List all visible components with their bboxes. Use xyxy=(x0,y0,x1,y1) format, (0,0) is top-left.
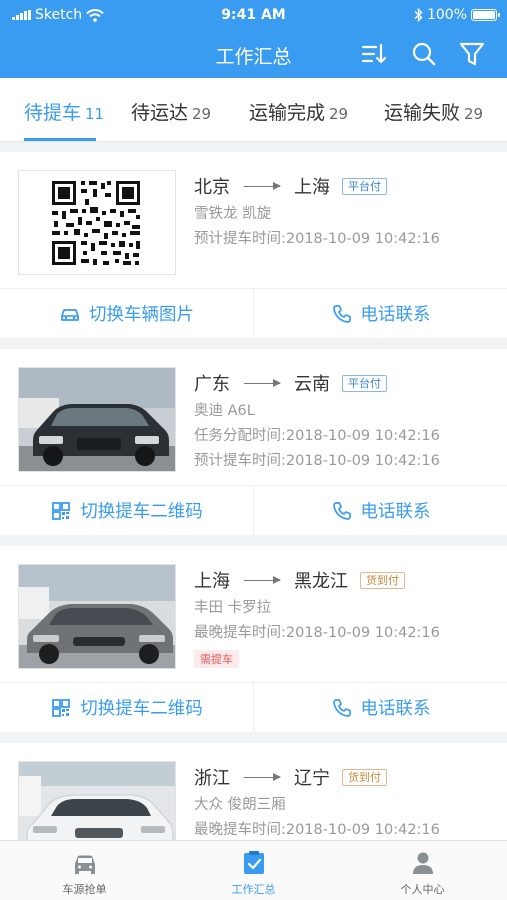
origin-city: 浙江 xyxy=(194,768,230,789)
order-info: 浙江 辽宁 货到付 大众 俊朗三厢 最晚提车时间:2018-10-09 10:4… xyxy=(194,765,497,839)
route-arrow-icon xyxy=(244,575,281,584)
vehicle-photo xyxy=(18,761,176,840)
route-arrow-icon xyxy=(244,378,281,387)
card-actions: 切换提车二维码 电话联系 xyxy=(0,682,507,732)
filter-icon[interactable] xyxy=(458,40,486,68)
bluetooth-icon xyxy=(414,8,423,22)
sort-icon[interactable] xyxy=(360,40,388,68)
vehicle-model: 丰田 卡罗拉 xyxy=(194,600,272,616)
switch-pickup-qr-button[interactable]: 切换提车二维码 xyxy=(0,683,253,732)
origin-city: 上海 xyxy=(194,571,230,592)
assignment-time: 任务分配时间:2018-10-09 10:42:16 xyxy=(194,428,440,444)
switch-vehicle-image-button[interactable]: 切换车辆图片 xyxy=(0,289,253,338)
card-actions: 切换提车二维码 电话联系 xyxy=(0,485,507,535)
battery-label: 100% xyxy=(426,7,467,23)
call-button[interactable]: 电话联系 xyxy=(253,289,507,338)
route-arrow-icon xyxy=(244,181,281,190)
vehicle-model: 雪铁龙 凯旋 xyxy=(194,206,272,222)
pickup-time: 预计提车时间:2018-10-09 10:42:16 xyxy=(194,453,440,469)
status-badge: 需提车 xyxy=(194,650,239,668)
status-tabs: 待提车 11 待运达 29 运输完成 29 运输失败 29 xyxy=(0,78,507,142)
pickup-qr-code xyxy=(18,170,176,275)
tab-pending-arrival[interactable]: 待运达 29 xyxy=(131,98,211,125)
tab-pending-pickup[interactable]: 待提车 11 xyxy=(24,98,104,125)
call-button[interactable]: 电话联系 xyxy=(253,683,507,732)
origin-city: 北京 xyxy=(194,177,230,198)
car-front-icon xyxy=(74,855,95,874)
payment-badge: 货到付 xyxy=(342,768,387,786)
route: 上海 黑龙江 货到付 xyxy=(194,568,497,592)
order-info: 北京 上海 平台付 雪铁龙 凯旋 预计提车时间:2018-10-09 10:42… xyxy=(194,174,497,248)
order-card[interactable]: 广东 云南 平台付 奥迪 A6L 任务分配时间:2018-10-09 10:42… xyxy=(0,349,507,535)
route-arrow-icon xyxy=(244,772,281,781)
active-tab-indicator xyxy=(24,138,96,141)
order-info: 上海 黑龙江 货到付 丰田 卡罗拉 最晚提车时间:2018-10-09 10:4… xyxy=(194,568,497,668)
bottom-nav: 车源抢单 工作汇总 个人中心 xyxy=(0,840,507,900)
switch-pickup-qr-button[interactable]: 切换提车二维码 xyxy=(0,486,253,535)
qr-icon xyxy=(52,501,71,520)
battery-icon xyxy=(471,9,500,21)
vehicle-photo xyxy=(18,367,176,472)
call-button[interactable]: 电话联系 xyxy=(253,486,507,535)
latest-pickup-time: 最晚提车时间:2018-10-09 10:42:16 xyxy=(194,625,440,641)
destination-city: 云南 xyxy=(294,374,330,395)
destination-city: 黑龙江 xyxy=(294,571,348,592)
phone-icon xyxy=(332,501,351,520)
pickup-time: 预计提车时间:2018-10-09 10:42:16 xyxy=(194,231,440,247)
origin-city: 广东 xyxy=(194,374,230,395)
card-actions: 切换车辆图片 电话联系 xyxy=(0,288,507,338)
app-header: Sketch 9:41 AM 100% 工作汇总 xyxy=(0,0,507,78)
nav-profile[interactable]: 个人中心 xyxy=(338,841,507,900)
phone-icon xyxy=(332,698,351,717)
search-icon[interactable] xyxy=(410,40,438,68)
order-card[interactable]: 上海 黑龙江 货到付 丰田 卡罗拉 最晚提车时间:2018-10-09 10:4… xyxy=(0,546,507,732)
payment-badge: 平台付 xyxy=(342,374,387,392)
destination-city: 上海 xyxy=(294,177,330,198)
vehicle-photo xyxy=(18,564,176,669)
payment-badge: 货到付 xyxy=(360,571,405,589)
payment-badge: 平台付 xyxy=(342,177,387,195)
order-card[interactable]: 北京 上海 平台付 雪铁龙 凯旋 预计提车时间:2018-10-09 10:42… xyxy=(0,152,507,338)
order-info: 广东 云南 平台付 奥迪 A6L 任务分配时间:2018-10-09 10:42… xyxy=(194,371,497,470)
checklist-icon xyxy=(243,851,264,874)
vehicle-model: 奥迪 A6L xyxy=(194,403,255,419)
nav-work-summary[interactable]: 工作汇总 xyxy=(169,841,338,900)
latest-pickup-time: 最晚提车时间:2018-10-09 10:42:16 xyxy=(194,822,440,838)
tab-failed[interactable]: 运输失败 29 xyxy=(384,98,483,125)
car-icon xyxy=(61,308,79,321)
status-bar: Sketch 9:41 AM 100% xyxy=(0,0,507,30)
route: 广东 云南 平台付 xyxy=(194,371,497,395)
user-icon xyxy=(412,852,433,874)
phone-icon xyxy=(332,304,351,323)
nav-vehicle-orders[interactable]: 车源抢单 xyxy=(0,841,169,900)
tab-completed[interactable]: 运输完成 29 xyxy=(249,98,348,125)
qr-icon xyxy=(52,698,71,717)
order-card[interactable]: 浙江 辽宁 货到付 大众 俊朗三厢 最晚提车时间:2018-10-09 10:4… xyxy=(0,743,507,840)
route: 北京 上海 平台付 xyxy=(194,174,497,198)
route: 浙江 辽宁 货到付 xyxy=(194,765,497,789)
destination-city: 辽宁 xyxy=(294,768,330,789)
vehicle-model: 大众 俊朗三厢 xyxy=(194,797,286,813)
